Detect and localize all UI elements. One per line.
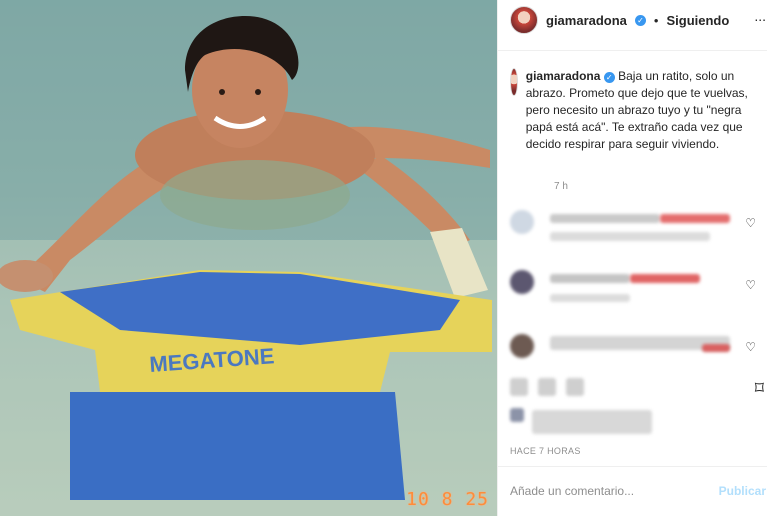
caption-text: giamaradona ✓ Baja un ratito, solo un ab… [526, 68, 762, 153]
like-comment-icon[interactable]: ♡ [745, 216, 756, 230]
comment-text-blur [630, 274, 700, 283]
comment-input[interactable]: Añade un comentario... [510, 484, 634, 498]
comment-icon[interactable] [538, 378, 556, 396]
comment-avatar [510, 210, 534, 234]
action-icons [510, 378, 584, 396]
comment-avatar [510, 334, 534, 358]
comment-text-blur [550, 294, 630, 302]
caption-time: 7 h [554, 181, 568, 192]
verified-badge-icon: ✓ [634, 14, 646, 26]
likes-text-blur [532, 410, 652, 434]
post-photo[interactable]: MEGATONE 10 8 25 [0, 0, 497, 516]
comment-row[interactable]: ♡ [510, 208, 760, 248]
header-divider [498, 50, 767, 51]
like-comment-icon[interactable]: ♡ [745, 278, 756, 292]
avatar[interactable] [510, 6, 538, 34]
header-username[interactable]: giamaradona [546, 13, 627, 28]
following-button[interactable]: Siguiendo [666, 13, 729, 28]
bookmark-icon[interactable]: ⌑ [755, 378, 764, 399]
comment-text-blur [702, 344, 730, 352]
like-icon[interactable] [510, 378, 528, 396]
separator-dot: • [653, 12, 659, 28]
comment-row[interactable]: ♡ [510, 332, 760, 372]
comment-text-blur [550, 232, 710, 241]
comment-row[interactable]: ♡ [510, 268, 760, 308]
photo-illustration: MEGATONE [0, 0, 497, 516]
post-timestamp: HACE 7 HORAS [510, 446, 581, 456]
publish-button[interactable]: Publicar [719, 484, 766, 498]
comment-text-blur [550, 274, 630, 283]
more-options-icon[interactable]: ... [754, 8, 766, 24]
post-header: giamaradona ✓ • Siguiendo [510, 6, 729, 34]
comment-divider [498, 466, 767, 467]
comment-avatar [510, 270, 534, 294]
post-side-panel: giamaradona ✓ • Siguiendo ... giamaradon… [497, 0, 767, 516]
caption: giamaradona ✓ Baja un ratito, solo un ab… [510, 68, 762, 153]
share-icon[interactable] [566, 378, 584, 396]
likes-avatar [510, 408, 524, 422]
caption-avatar[interactable] [510, 68, 518, 96]
comment-text-blur [550, 214, 660, 223]
caption-username[interactable]: giamaradona [526, 69, 601, 83]
caption-verified-icon: ✓ [603, 72, 615, 83]
photo-date-stamp: 10 8 25 [406, 489, 489, 510]
comment-text-blur [660, 214, 730, 223]
like-comment-icon[interactable]: ♡ [745, 340, 756, 354]
